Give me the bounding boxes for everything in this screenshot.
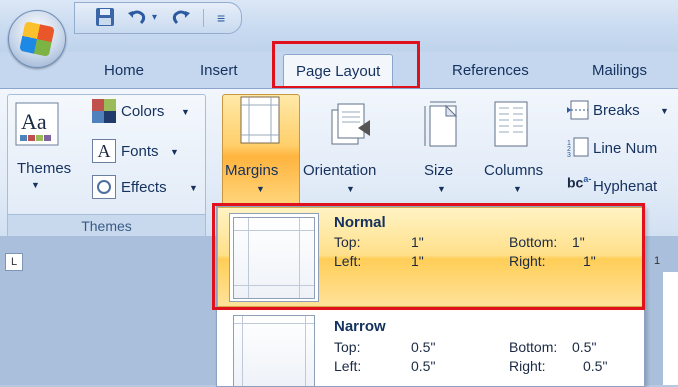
ruler-number: 1 [654,255,661,267]
narrow-right-value: 0.5" [583,358,608,374]
svg-text:Aa: Aa [21,109,47,134]
columns-button[interactable]: Columns [484,162,543,179]
size-icon [423,100,463,153]
themes-button[interactable]: Themes [17,160,71,177]
tab-home[interactable]: Home [104,62,144,79]
colors-dropdown-icon[interactable]: ▼ [181,107,190,117]
colors-icon [92,99,116,128]
redo-icon[interactable] [171,7,191,32]
themes-icon[interactable]: Aa [15,102,59,151]
narrow-left-value: 0.5" [411,358,436,374]
quick-access-toolbar: ▾ ≡ [74,2,242,34]
tab-insert[interactable]: Insert [200,62,238,79]
narrow-page-icon [233,315,315,387]
hyphenation-icon: bca- [567,174,592,191]
office-button[interactable] [8,10,66,68]
columns-dropdown-icon[interactable]: ▼ [513,184,522,194]
customize-icon[interactable]: ≡ [217,7,225,29]
fonts-icon: A [92,139,116,163]
margins-label: Margins [225,162,279,179]
save-icon[interactable] [95,7,115,32]
tab-selector[interactable]: L [5,253,23,271]
hyphenation-button[interactable]: Hyphenat [593,178,657,195]
narrow-title: Narrow [334,318,386,335]
tab-mailings[interactable]: Mailings [592,62,647,79]
breaks-button[interactable]: Breaks [593,102,640,119]
effects-dropdown-icon[interactable]: ▼ [189,183,198,193]
effects-icon [92,175,116,199]
tab-highlight-box [272,41,420,89]
fonts-button[interactable]: Fonts [121,143,159,160]
orientation-icon [328,100,372,151]
qat-divider [203,9,204,27]
svg-text:3: 3 [567,152,571,157]
margins-icon [240,96,280,149]
size-button[interactable]: Size [424,162,453,179]
colors-button[interactable]: Colors [121,103,164,120]
line-numbers-button[interactable]: Line Num [593,140,657,157]
orientation-dropdown-icon[interactable]: ▼ [346,184,355,194]
fonts-dropdown-icon[interactable]: ▼ [170,147,179,157]
narrow-bottom-label: Bottom: [509,339,558,355]
columns-icon [494,100,528,153]
office-logo-icon [19,21,55,57]
line-numbers-icon: 123 [567,137,589,162]
undo-dropdown-icon[interactable]: ▾ [152,7,157,29]
themes-dropdown-icon[interactable]: ▼ [31,180,40,190]
breaks-dropdown-icon[interactable]: ▼ [660,106,669,116]
normal-highlight-box [212,203,645,310]
breaks-icon [567,100,589,125]
orientation-button[interactable]: Orientation [303,162,376,179]
narrow-right-label: Right: [509,358,546,374]
themes-group-label: Themes [8,214,205,237]
narrow-bottom-value: 0.5" [572,339,597,355]
narrow-top-label: Top: [334,339,361,355]
effects-button[interactable]: Effects [121,179,167,196]
narrow-left-label: Left: [334,358,362,374]
undo-icon[interactable] [127,7,147,32]
margins-dropdown-icon: ▼ [256,184,265,194]
size-dropdown-icon[interactable]: ▼ [437,184,446,194]
tab-references[interactable]: References [452,62,529,79]
document-page [663,272,678,385]
narrow-top-value: 0.5" [411,339,436,355]
